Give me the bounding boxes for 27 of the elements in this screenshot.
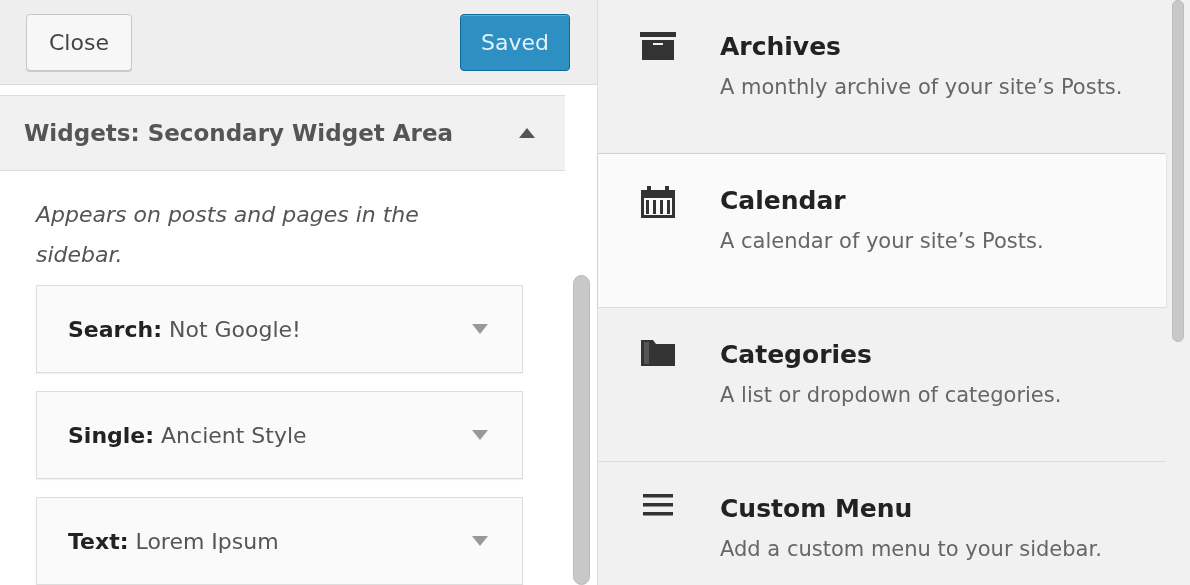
widget-description: Add a custom menu to your sidebar. <box>720 537 1102 561</box>
widget-title: Text: Lorem Ipsum <box>68 528 279 554</box>
close-button[interactable]: Close <box>26 13 132 71</box>
widget-name: Custom Menu <box>720 494 914 523</box>
widget-title: Search: Not Google! <box>68 316 301 342</box>
archive-box-icon <box>640 32 676 60</box>
widget-description: A monthly archive of your site’s Posts. <box>720 75 1123 99</box>
widget-name: Calendar <box>720 186 847 215</box>
expand-arrow-icon[interactable] <box>472 536 488 546</box>
expand-arrow-icon[interactable] <box>472 430 488 440</box>
calendar-icon <box>641 186 675 218</box>
scrollbar[interactable] <box>1172 0 1184 342</box>
widget-name: Archives <box>720 32 842 61</box>
folder-icon <box>641 340 675 366</box>
widget-card[interactable]: Text: Lorem Ipsum <box>36 497 523 585</box>
widget-card[interactable]: Search: Not Google! <box>36 285 523 373</box>
widget-list-item[interactable]: Calendar A calendar of your site’s Posts. <box>598 154 1166 308</box>
widget-title: Single: Ancient Style <box>68 422 307 448</box>
menu-icon <box>643 494 673 516</box>
widget-description: A calendar of your site’s Posts. <box>720 229 1044 253</box>
scrollbar[interactable] <box>572 275 590 585</box>
section-header[interactable]: Widgets: Secondary Widget Area <box>0 95 565 171</box>
widget-card[interactable]: Single: Ancient Style <box>36 391 523 479</box>
section-description: Appears on posts and pages in the sidebar. <box>34 201 420 269</box>
expand-arrow-icon[interactable] <box>472 324 488 334</box>
widget-name: Categories <box>720 340 873 369</box>
widget-description: A list or dropdown of categories. <box>720 383 1062 407</box>
